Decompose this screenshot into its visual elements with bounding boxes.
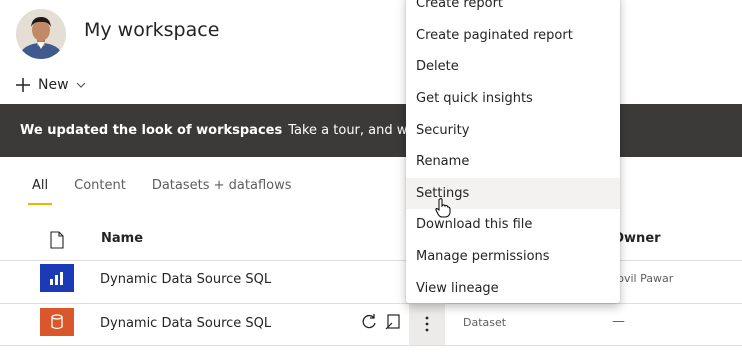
menu-item-security[interactable]: Security: [406, 114, 620, 146]
menu-item-rename[interactable]: Rename: [406, 146, 620, 178]
item-type: Dataset: [463, 316, 507, 329]
table-header: Name Owner: [0, 220, 742, 261]
menu-item-get-quick-insights[interactable]: Get quick insights: [406, 83, 620, 115]
item-owner: —: [612, 314, 625, 329]
column-header-owner[interactable]: Owner: [613, 231, 661, 246]
more-options-button[interactable]: [409, 302, 445, 345]
column-header-name[interactable]: Name: [101, 231, 143, 246]
report-icon: [40, 264, 74, 292]
user-photo-icon: [16, 9, 66, 59]
menu-item-delete[interactable]: Delete: [406, 51, 620, 83]
tab-all[interactable]: All: [27, 176, 53, 205]
avatar: [16, 9, 66, 59]
page-title: My workspace: [84, 19, 220, 41]
menu-item-create-paginated-report[interactable]: Create paginated report: [406, 20, 620, 52]
dataset-icon: [40, 308, 74, 336]
hand-cursor-icon: [435, 198, 451, 218]
menu-item-create-report[interactable]: Create report: [406, 0, 620, 20]
item-name[interactable]: Dynamic Data Source SQL: [100, 316, 271, 331]
more-vertical-icon: [425, 316, 429, 331]
chevron-down-icon: [76, 82, 85, 88]
tab-content[interactable]: Content: [74, 176, 126, 202]
tab-datasets-dataflows[interactable]: Datasets + dataflows: [152, 176, 292, 202]
item-owner: Jovil Pawar: [614, 272, 674, 285]
schedule-refresh-icon[interactable]: [385, 313, 403, 335]
new-button[interactable]: New: [14, 72, 87, 98]
menu-item-manage-permissions[interactable]: Manage permissions: [406, 241, 620, 273]
file-type-icon: [49, 231, 65, 253]
banner-heading: We updated the look of workspaces: [20, 123, 283, 138]
plus-icon: [16, 78, 30, 92]
table-row[interactable]: Dynamic Data Source SQL Jovil Pawar: [0, 260, 742, 304]
refresh-icon[interactable]: [360, 313, 378, 335]
workspace-update-banner: We updated the look of workspaces Take a…: [0, 104, 742, 157]
context-menu: Create report Create paginated report De…: [406, 0, 620, 303]
item-name[interactable]: Dynamic Data Source SQL: [100, 272, 271, 287]
content-tabs: All Content Datasets + dataflows: [27, 176, 292, 205]
menu-item-view-lineage[interactable]: View lineage: [406, 272, 620, 304]
table-row[interactable]: Dynamic Data Source SQL Dataset —: [0, 302, 742, 346]
new-button-label: New: [38, 77, 69, 93]
